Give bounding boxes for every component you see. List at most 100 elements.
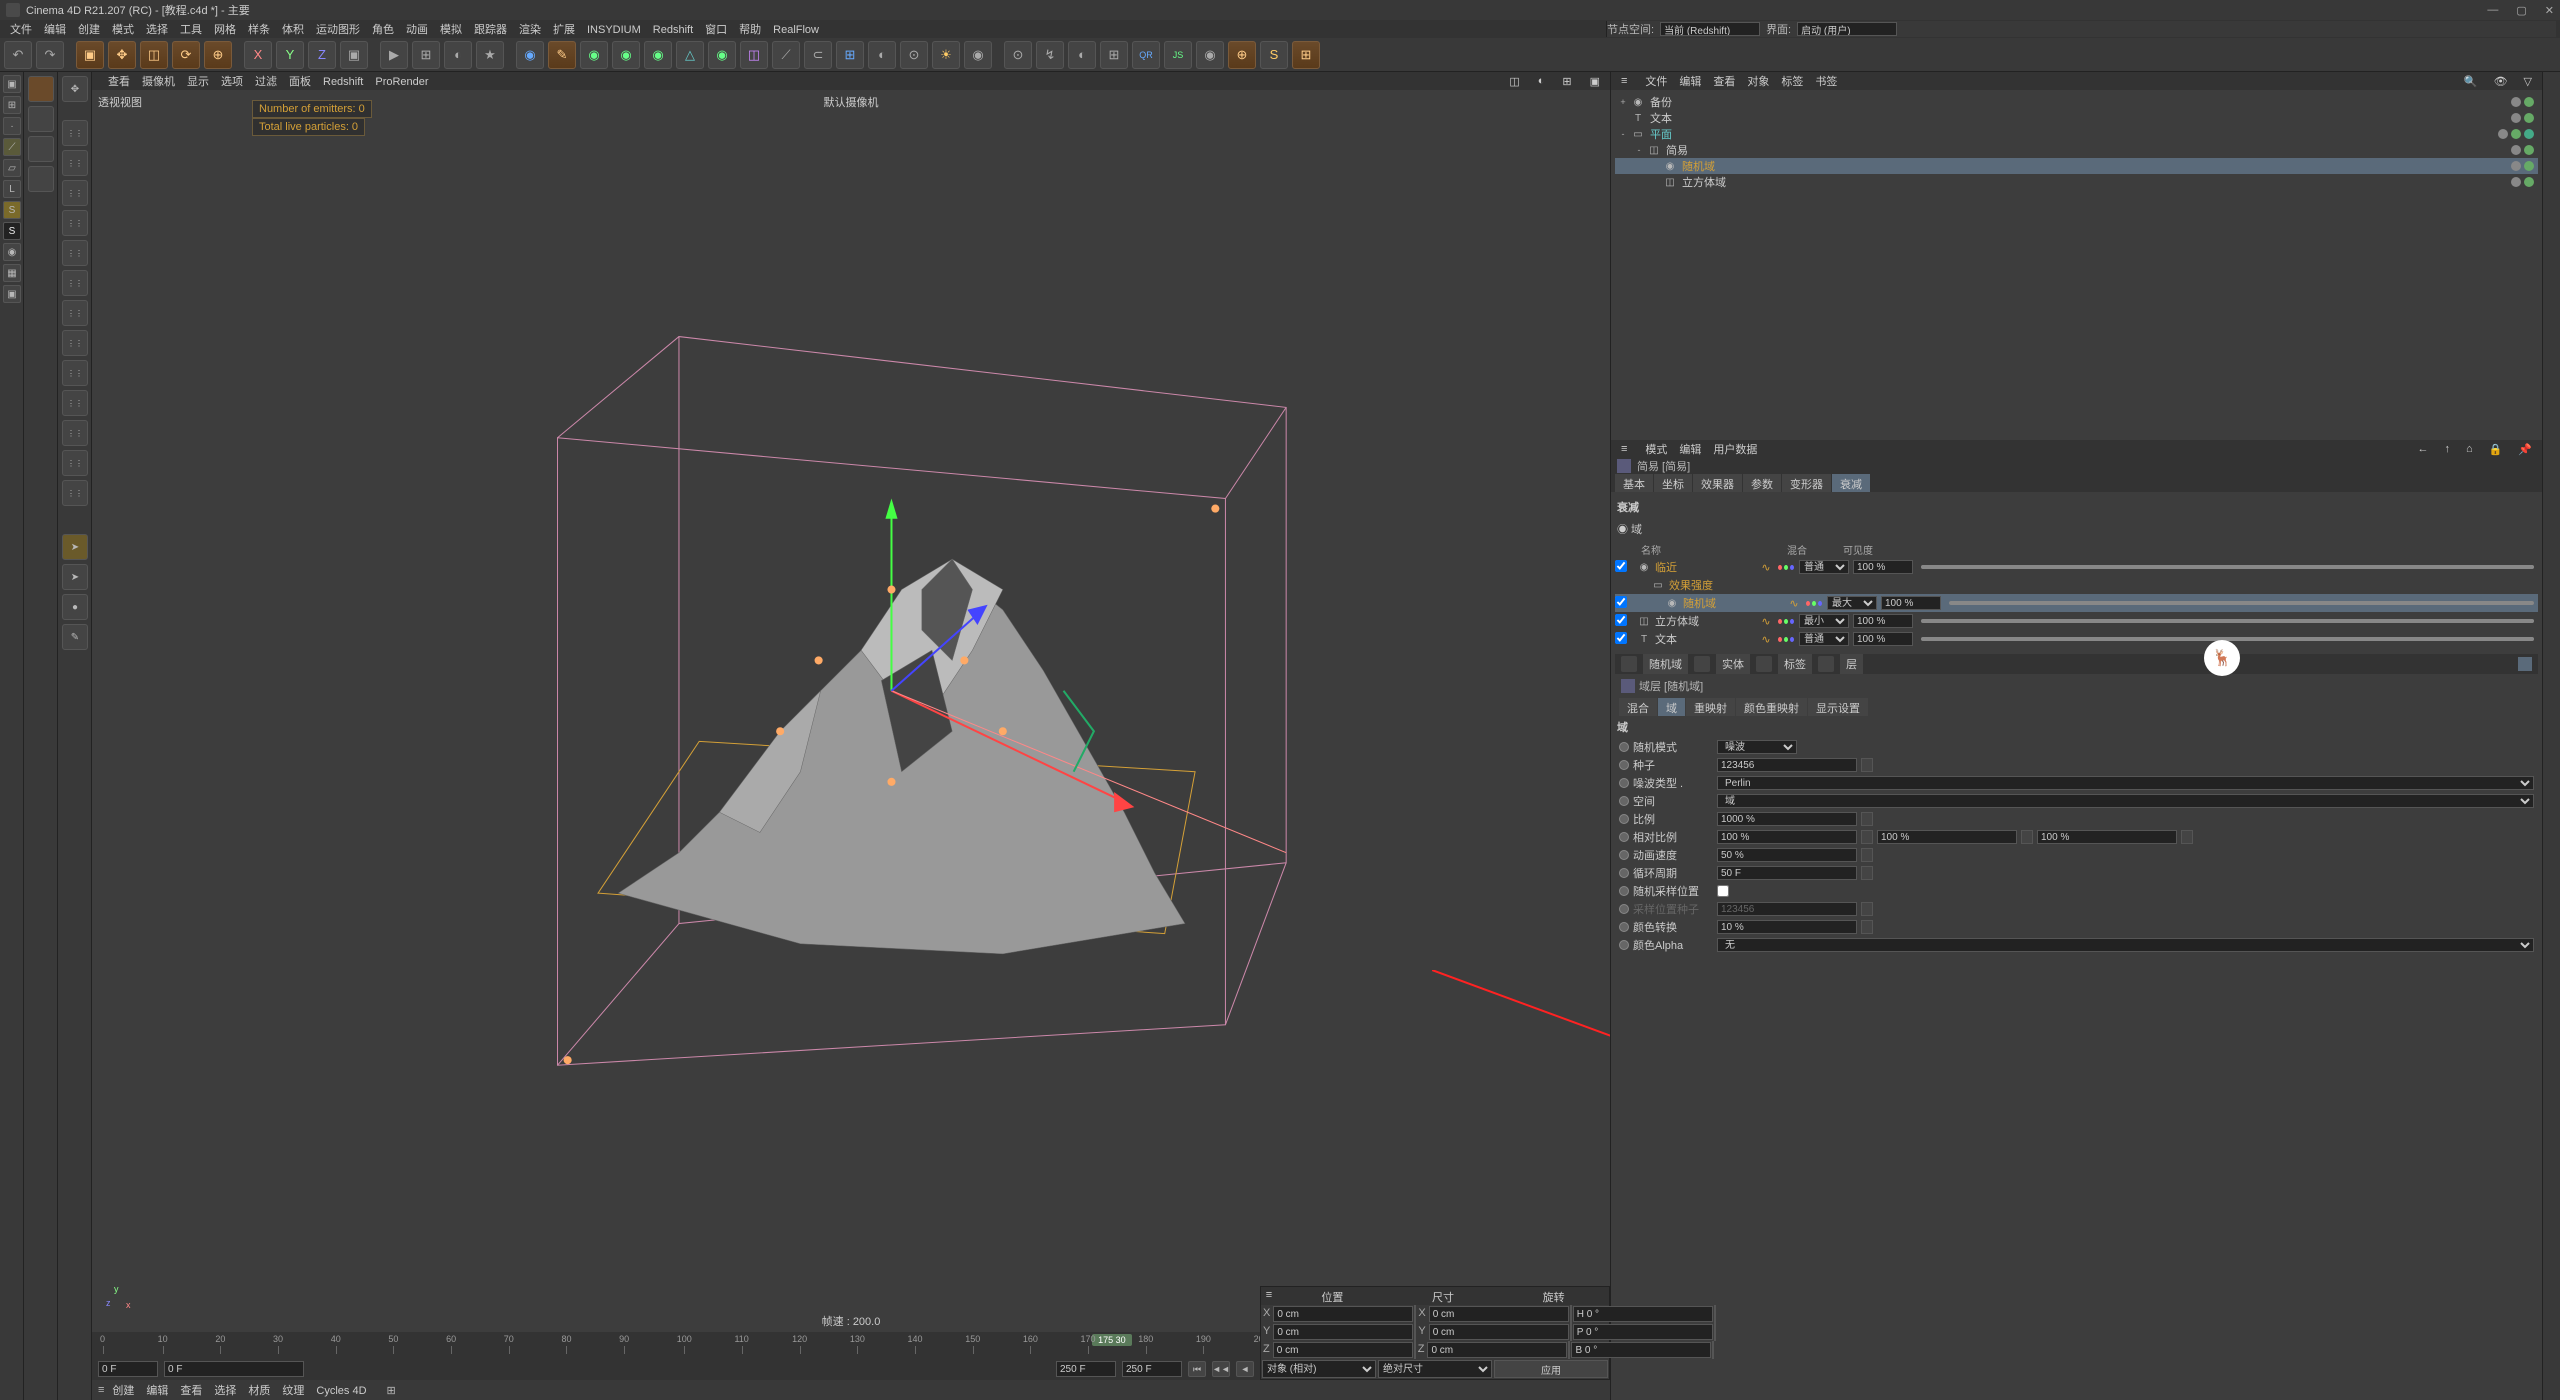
visibility-dot[interactable] <box>2498 129 2508 139</box>
pos-input[interactable] <box>1273 1324 1413 1340</box>
enable-checkbox[interactable] <box>1615 596 1629 611</box>
solid-icon[interactable] <box>1694 656 1710 672</box>
enable-checkbox[interactable] <box>1615 632 1629 647</box>
blend-mode-select[interactable]: 普通 <box>1799 632 1849 646</box>
spline-button[interactable]: ✎ <box>548 41 576 69</box>
visibility-dot[interactable] <box>2524 129 2534 139</box>
prop-input[interactable] <box>1717 866 1857 880</box>
search-icon[interactable]: 🔍 <box>2458 73 2484 90</box>
size-input[interactable] <box>1429 1324 1569 1340</box>
layer-tab[interactable]: 层 <box>1840 654 1863 674</box>
tool-grid[interactable] <box>62 270 88 296</box>
viewport-menu-item[interactable]: 查看 <box>102 74 136 90</box>
menu-item[interactable]: Redshift <box>647 22 699 38</box>
field-row[interactable]: ◫ 立方体域∿ 最小 <box>1615 612 2538 630</box>
prev-key-button[interactable]: ◄◄ <box>1212 1361 1230 1377</box>
obj-menu-item[interactable]: 标签 <box>1775 74 1809 90</box>
palette-icon[interactable] <box>28 76 54 102</box>
scene-button[interactable]: △ <box>676 41 704 69</box>
menu-item[interactable]: 模拟 <box>434 22 468 38</box>
char-button[interactable]: ◉ <box>964 41 992 69</box>
spinner-icon[interactable] <box>1861 812 1873 826</box>
visibility-dot[interactable] <box>2511 113 2521 123</box>
viewport-menu-item[interactable]: Redshift <box>317 74 369 90</box>
prop-select[interactable]: 无 <box>1717 938 2534 952</box>
l-mode[interactable]: L <box>3 180 21 198</box>
tag-icon[interactable] <box>1756 656 1772 672</box>
attr-tab[interactable]: 坐标 <box>1654 474 1692 492</box>
back-icon[interactable]: ← <box>2411 441 2434 458</box>
eye-icon[interactable]: 👁 <box>2488 73 2514 90</box>
effector-button[interactable]: ⊙ <box>900 41 928 69</box>
size-input[interactable] <box>1429 1306 1569 1322</box>
tool-grid[interactable] <box>62 150 88 176</box>
anim-dot[interactable] <box>1619 742 1629 752</box>
size-mode-select[interactable]: 绝对尺寸 <box>1378 1360 1492 1378</box>
axis-x-toggle[interactable]: X <box>244 41 272 69</box>
tool-grid[interactable] <box>62 390 88 416</box>
brush-tool[interactable]: ● <box>62 594 88 620</box>
attr-tab[interactable]: 参数 <box>1743 474 1781 492</box>
visibility-input[interactable] <box>1853 632 1913 646</box>
anim-dot[interactable] <box>1619 850 1629 860</box>
vp-tool-icon[interactable]: ◐ <box>1532 73 1551 90</box>
visibility-slider[interactable] <box>1921 565 2534 569</box>
layer-icon[interactable] <box>1621 656 1637 672</box>
material-menu-item[interactable]: 查看 <box>174 1383 208 1399</box>
menu-item[interactable]: 窗口 <box>699 22 733 38</box>
layer-tab[interactable]: 实体 <box>1716 654 1750 674</box>
field-row[interactable]: ▭ 效果强度 <box>1615 576 2538 594</box>
lock-icon[interactable]: 🔒 <box>2483 441 2509 458</box>
viewport-menu-item[interactable]: 摄像机 <box>136 74 181 90</box>
visibility-dot[interactable] <box>2511 177 2521 187</box>
prop-select[interactable]: 噪波 <box>1717 740 1797 754</box>
visibility-input[interactable] <box>1853 614 1913 628</box>
viewport-menu-item[interactable]: 显示 <box>181 74 215 90</box>
attr-menu-item[interactable]: 编辑 <box>1673 442 1707 458</box>
edge-mode[interactable]: ⟋ <box>3 138 21 156</box>
prop-input[interactable] <box>1717 848 1857 862</box>
tool-grid[interactable] <box>62 240 88 266</box>
tool-grid[interactable] <box>62 480 88 506</box>
expand-icon[interactable]: - <box>1618 129 1628 139</box>
home-icon[interactable]: ⌂ <box>2460 441 2479 458</box>
material-menu-item[interactable]: 创建 <box>106 1383 140 1399</box>
select-tool[interactable]: ▣ <box>76 41 104 69</box>
obj-menu-item[interactable]: 查看 <box>1707 74 1741 90</box>
undo-button[interactable]: ↶ <box>4 41 32 69</box>
viewport-menu-item[interactable]: 面板 <box>283 74 317 90</box>
knife-tool[interactable]: ✎ <box>62 624 88 650</box>
scale-tool[interactable]: ◫ <box>140 41 168 69</box>
anim-dot[interactable] <box>1619 760 1629 770</box>
redo-button[interactable]: ↷ <box>36 41 64 69</box>
poly-mode[interactable]: ▱ <box>3 159 21 177</box>
hamburger-icon[interactable]: ≡ <box>1615 73 1633 89</box>
expand-icon[interactable]: - <box>1634 145 1644 155</box>
prop-select[interactable]: 域 <box>1717 794 2534 808</box>
pos-input[interactable] <box>1273 1306 1413 1322</box>
timeline-playhead[interactable]: 175 30 <box>1092 1334 1132 1346</box>
deformer-button[interactable]: ◉ <box>612 41 640 69</box>
field-row[interactable]: T 文本∿ 普通 <box>1615 630 2538 648</box>
tool-grid[interactable] <box>62 330 88 356</box>
pos-input[interactable] <box>1273 1342 1413 1358</box>
rot-input[interactable] <box>1573 1324 1713 1340</box>
layer-extra-icon[interactable] <box>2518 657 2532 671</box>
menu-item[interactable]: 跟踪器 <box>468 22 513 38</box>
render-button[interactable]: ▶ <box>380 41 408 69</box>
field-list[interactable]: ◉ 临近∿ 普通 ▭ 效果强度 ◉ 随机域∿ 最大 ◫ 立方体域∿ 最小 T 文… <box>1615 558 2538 648</box>
visibility-dot[interactable] <box>2511 129 2521 139</box>
viewport-menu-item[interactable]: ProRender <box>369 74 434 90</box>
menu-item[interactable]: 运动图形 <box>310 22 366 38</box>
attr-tab[interactable]: 衰减 <box>1832 474 1870 492</box>
material-menu-item[interactable]: Cycles 4D <box>310 1383 372 1399</box>
js-button[interactable]: JS <box>1164 41 1192 69</box>
prop-input[interactable] <box>1717 812 1857 826</box>
tree-row[interactable]: ◫ 立方体域 <box>1615 174 2538 190</box>
start-frame-input[interactable] <box>98 1361 158 1377</box>
visibility-dot[interactable] <box>2511 97 2521 107</box>
last-button[interactable]: ⊞ <box>1292 41 1320 69</box>
coord-system-button[interactable]: ▣ <box>340 41 368 69</box>
material-menu-item[interactable]: 纹理 <box>276 1383 310 1399</box>
material-menu-item[interactable]: 选择 <box>208 1383 242 1399</box>
